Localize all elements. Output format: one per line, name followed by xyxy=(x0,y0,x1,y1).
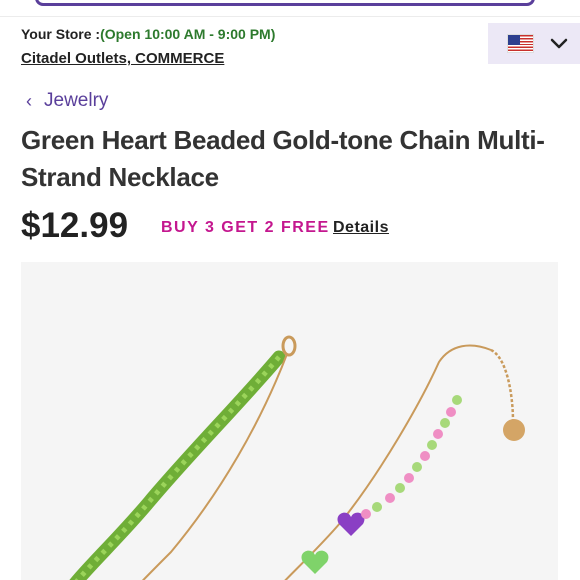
product-title: Green Heart Beaded Gold-tone Chain Multi… xyxy=(21,125,545,192)
product-price: $12.99 xyxy=(21,206,129,245)
lobster-clasp-left xyxy=(281,335,297,357)
chevron-left-icon: ‹ xyxy=(26,90,32,111)
breadcrumb[interactable]: ‹ Jewelry xyxy=(26,90,108,112)
search-bar-edge[interactable] xyxy=(35,0,535,6)
charm-disc xyxy=(503,419,525,441)
necklace-photo xyxy=(69,335,525,580)
store-location-link[interactable]: Citadel Outlets, COMMERCE xyxy=(21,50,224,67)
promo-details-link[interactable]: Details xyxy=(333,219,389,237)
chevron-down-icon xyxy=(550,38,568,48)
extender-chain xyxy=(490,348,515,423)
breadcrumb-category-link[interactable]: Jewelry xyxy=(44,90,108,112)
product-image[interactable] xyxy=(21,262,558,580)
store-label-line: Your Store :(Open 10:00 AM - 9:00 PM) xyxy=(21,26,275,42)
green-rhinestone-chain xyxy=(69,350,286,580)
store-hours: (Open 10:00 AM - 9:00 PM) xyxy=(100,26,276,42)
gold-chain-right xyxy=(284,344,492,580)
bead-strand xyxy=(301,395,462,574)
store-label: Your Store : xyxy=(21,26,101,42)
gold-chain-left xyxy=(141,353,288,580)
us-flag-icon xyxy=(507,34,534,53)
promo-badge: BUY 3 GET 2 FREE xyxy=(161,219,330,236)
locale-selector-button[interactable] xyxy=(488,23,580,64)
